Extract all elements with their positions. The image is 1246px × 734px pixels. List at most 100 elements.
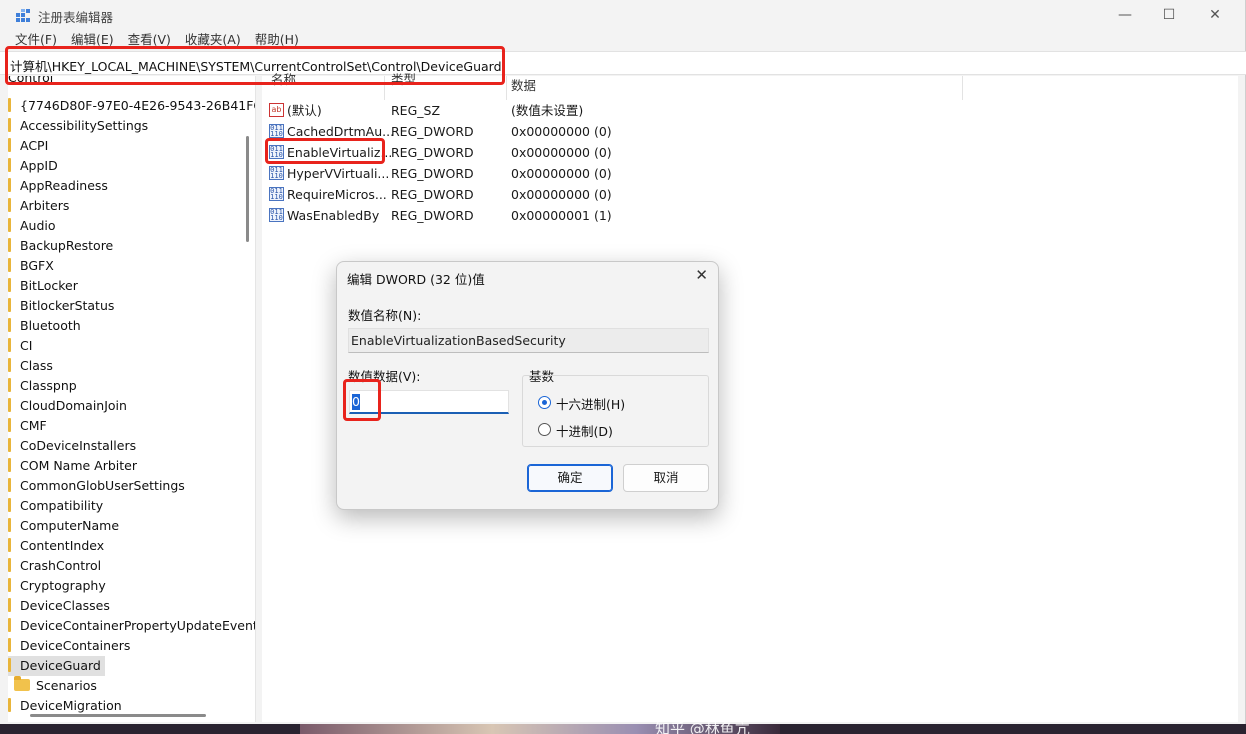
tree-item[interactable]: AppID	[8, 156, 58, 176]
tree-item-label: Control	[8, 76, 54, 85]
tree-item[interactable]: CoDeviceInstallers	[8, 436, 136, 456]
address-path[interactable]: 计算机\HKEY_LOCAL_MACHINE\SYSTEM\CurrentCon…	[10, 56, 502, 75]
tree-item[interactable]: DeviceContainers	[8, 636, 130, 656]
menu-file[interactable]: 文件(F)	[15, 30, 57, 50]
menu-favorites[interactable]: 收藏夹(A)	[185, 30, 241, 50]
tree-item[interactable]: Class	[8, 356, 53, 376]
value-type: REG_DWORD	[391, 124, 474, 139]
tree-item-label: Arbiters	[20, 198, 70, 213]
tree-item[interactable]: ComputerName	[8, 516, 119, 536]
tree-item[interactable]: AppReadiness	[8, 176, 108, 196]
tree-item-label: Bluetooth	[20, 318, 81, 333]
folder-icon	[8, 358, 11, 372]
dec-radio[interactable]	[538, 423, 551, 436]
tree-item-label: AccessibilitySettings	[20, 118, 149, 133]
value-row[interactable]: 011 110 CachedDrtmAu... REG_DWORD 0x00000…	[262, 121, 662, 142]
folder-icon	[8, 698, 11, 712]
tree-item[interactable]: BackupRestore	[8, 236, 113, 256]
tree-item-label: Cryptography	[20, 578, 106, 593]
tree-item[interactable]: Compatibility	[8, 496, 103, 516]
dec-radio-label[interactable]: 十进制(D)	[556, 421, 613, 440]
folder-icon	[8, 598, 11, 612]
tree-item[interactable]: DeviceClasses	[8, 596, 110, 616]
value-type: REG_DWORD	[391, 187, 474, 202]
hex-radio[interactable]	[538, 396, 551, 409]
folder-icon	[8, 138, 11, 152]
menu-bar: 文件(F) 编辑(E) 查看(V) 收藏夹(A) 帮助(H)	[0, 30, 1245, 50]
hex-radio-label[interactable]: 十六进制(H)	[556, 394, 625, 413]
minimize-button[interactable]: —	[1102, 0, 1148, 30]
menu-edit[interactable]: 编辑(E)	[71, 30, 114, 50]
value-row[interactable]: 011 110 RequireMicros... REG_DWORD 0x0000…	[262, 184, 662, 205]
tree-item-label: BGFX	[20, 258, 54, 273]
column-header-name[interactable]: 名称	[271, 70, 296, 90]
value-row-enablevirtualization[interactable]: 011 110 EnableVirtualiz... REG_DWORD 0x00…	[262, 142, 662, 163]
value-data: 0x00000001 (1)	[511, 208, 612, 223]
value-row[interactable]: 011 110 WasEnabledBy REG_DWORD 0x00000001…	[262, 205, 662, 226]
folder-icon	[8, 538, 11, 552]
dialog-close-icon[interactable]: ✕	[695, 266, 708, 284]
value-row-default[interactable]: ab (默认) REG_SZ (数值未设置)	[262, 100, 662, 121]
tree-item[interactable]: CrashControl	[8, 556, 101, 576]
tree-item[interactable]: DeviceContainerPropertyUpdateEvents	[8, 616, 255, 636]
title-bar[interactable]: 注册表编辑器 — ☐ ✕	[0, 0, 1245, 30]
value-data-text: 0	[352, 394, 360, 410]
tree-item[interactable]: {7746D80F-97E0-4E26-9543-26B41FC2	[8, 96, 255, 116]
column-separator[interactable]	[962, 76, 963, 100]
tree-item[interactable]: Bluetooth	[8, 316, 81, 336]
cancel-button[interactable]: 取消	[623, 464, 709, 492]
close-button[interactable]: ✕	[1192, 0, 1238, 30]
tree-item[interactable]: BitLocker	[8, 276, 78, 296]
tree-item-scenarios[interactable]: Scenarios	[8, 676, 97, 696]
tree-item[interactable]: Cryptography	[8, 576, 106, 596]
maximize-button[interactable]: ☐	[1146, 0, 1192, 30]
tree-item[interactable]: CommonGlobUserSettings	[8, 476, 185, 496]
tree-item-label: AppReadiness	[20, 178, 108, 193]
dword-value-icon: 011 110	[269, 145, 284, 159]
tree-item-label: BackupRestore	[20, 238, 114, 253]
column-separator[interactable]	[506, 76, 507, 100]
tree-item[interactable]: BGFX	[8, 256, 54, 276]
tree-item[interactable]: CI	[8, 336, 32, 356]
tree-item-label: Compatibility	[20, 498, 104, 513]
dword-value-icon: 011 110	[269, 187, 284, 201]
folder-icon	[8, 398, 11, 412]
column-header-data[interactable]: 数据	[511, 76, 536, 96]
tree-item-label: BitLocker	[20, 278, 78, 293]
menu-help[interactable]: 帮助(H)	[255, 30, 299, 50]
tree-item[interactable]: BitlockerStatus	[8, 296, 114, 316]
tree-item[interactable]: CloudDomainJoin	[8, 396, 127, 416]
tree-item-deviceguard[interactable]: DeviceGuard	[8, 656, 105, 676]
tree-item-label: Classpnp	[20, 378, 77, 393]
tree-item[interactable]: DeviceMigration	[8, 696, 122, 716]
dword-value-icon: 011 110	[269, 208, 284, 222]
tree-item-label: CloudDomainJoin	[20, 398, 127, 413]
tree-item-control[interactable]: Control	[8, 76, 53, 88]
folder-icon	[8, 478, 11, 492]
value-row[interactable]: 011 110 HyperVVirtuali... REG_DWORD 0x000…	[262, 163, 662, 184]
ok-button[interactable]: 确定	[527, 464, 613, 492]
tree-item[interactable]: Audio	[8, 216, 56, 236]
dword-value-icon: 011 110	[269, 124, 284, 138]
address-bar[interactable]: 计算机\HKEY_LOCAL_MACHINE\SYSTEM\CurrentCon…	[0, 51, 1246, 75]
watermark-text: 知乎 @林鱼亢	[655, 720, 750, 734]
column-separator[interactable]	[384, 76, 385, 100]
tree-item[interactable]: ContentIndex	[8, 536, 104, 556]
tree-item-label: ComputerName	[20, 518, 120, 533]
tree-item[interactable]: AccessibilitySettings	[8, 116, 148, 136]
tree-item[interactable]: Classpnp	[8, 376, 77, 396]
tree-item[interactable]: Arbiters	[8, 196, 69, 216]
folder-icon	[8, 238, 11, 252]
tree-item[interactable]: ACPI	[8, 136, 48, 156]
folder-icon	[8, 158, 11, 172]
value-name-field: EnableVirtualizationBasedSecurity	[348, 328, 709, 353]
tree-horizontal-scrollbar[interactable]	[30, 714, 206, 717]
registry-tree[interactable]: Control {7746D80F-97E0-4E26-9543-26B41FC…	[8, 76, 256, 722]
value-data-input[interactable]: 0	[349, 390, 509, 414]
menu-view[interactable]: 查看(V)	[128, 30, 171, 50]
tree-item[interactable]: CMF	[8, 416, 47, 436]
tree-item[interactable]: COM Name Arbiter	[8, 456, 137, 476]
tree-vertical-scrollbar[interactable]	[246, 136, 249, 242]
column-header-type[interactable]: 类型	[391, 70, 416, 90]
tree-item-label: CommonGlobUserSettings	[20, 478, 185, 493]
